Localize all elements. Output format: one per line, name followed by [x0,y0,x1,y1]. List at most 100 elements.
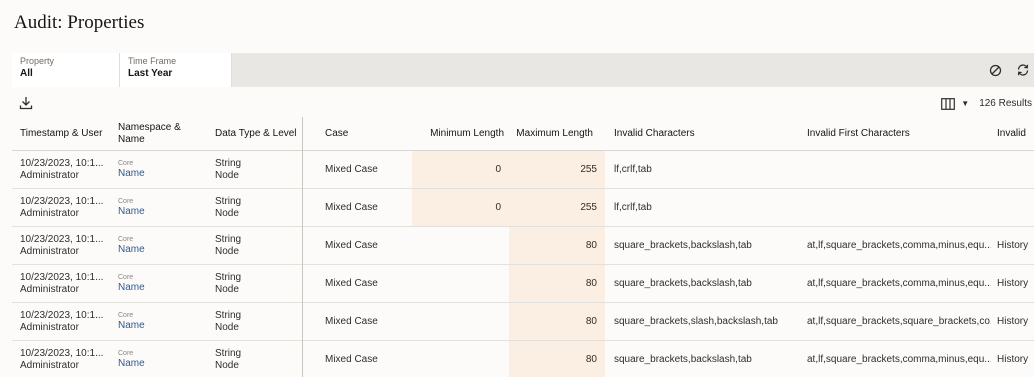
case-cell: Mixed Case [325,341,405,377]
timestamp-cell: 10/23/2023, 10:1... Administrator [20,151,116,188]
timestamp-cell: 10/23/2023, 10:1... Administrator [20,303,116,340]
user-text: Administrator [20,359,79,371]
timestamp-cell: 10/23/2023, 10:1... Administrator [20,189,116,226]
table-header: Timestamp & User Namespace & Name Data T… [12,117,1034,151]
page-title: Audit: Properties [14,12,145,33]
property-name-link[interactable]: Name [118,244,145,256]
level-text: Node [215,245,239,257]
max-length-text: 80 [585,278,597,289]
datatype-cell: String Node [215,227,299,264]
table-row[interactable]: 10/23/2023, 10:1... Administrator Core Name… [12,151,1034,189]
timestamp-text: 10/23/2023, 10:1... [20,347,104,359]
timestamp-text: 10/23/2023, 10:1... [20,271,104,283]
col-header-invalid-chars[interactable]: Invalid Characters [614,117,764,151]
invalid-more-text: History [997,354,1029,365]
datatype-text: String [215,195,242,207]
namespace-text: Core [118,198,134,205]
download-icon[interactable] [19,96,33,110]
invalid-more-cell: History [997,341,1034,377]
user-text: Administrator [20,245,79,257]
datatype-cell: String Node [215,341,299,377]
col-header-namespace[interactable]: Namespace & Name [118,117,208,151]
namespace-text: Core [118,236,134,243]
property-filter-value: All [20,68,33,79]
invalid-first-text: at,lf,square_brackets,square_brackets,co… [807,316,991,327]
col-header-min-length-label: Minimum Length [430,128,504,139]
col-header-invalid-first[interactable]: Invalid First Characters [807,117,957,151]
col-header-datatype[interactable]: Data Type & Level [215,117,305,151]
timestamp-cell: 10/23/2023, 10:1... Administrator [20,341,116,377]
namespace-text: Core [118,312,134,319]
invalid-chars-text: square_brackets,backslash,tab [614,354,752,365]
col-header-min-length[interactable]: Minimum Length [412,117,504,151]
invalid-chars-cell: lf,crlf,tab [614,151,802,188]
invalid-more-cell [997,151,1034,188]
table-row[interactable]: 10/23/2023, 10:1... Administrator Core Name… [12,341,1034,377]
invalid-more-cell: History [997,227,1034,264]
namespace-cell: Core Name [118,227,208,264]
invalid-chars-text: square_brackets,backslash,tab [614,240,752,251]
col-header-timestamp[interactable]: Timestamp & User [20,117,120,151]
col-header-max-length-label: Maximum Length [516,128,593,139]
col-header-case[interactable]: Case [325,117,405,151]
max-length-cell: 255 [509,151,605,188]
property-name-link[interactable]: Name [118,206,145,218]
datatype-cell: String Node [215,189,299,226]
invalid-chars-cell: square_brackets,backslash,tab [614,227,802,264]
table-row[interactable]: 10/23/2023, 10:1... Administrator Core Name… [12,189,1034,227]
property-filter-label: Property [20,56,55,66]
property-name-link[interactable]: Name [118,358,145,370]
invalid-more-cell [997,189,1034,226]
level-text: Node [215,207,239,219]
invalid-more-text: History [997,316,1029,327]
namespace-cell: Core Name [118,341,208,377]
timestamp-cell: 10/23/2023, 10:1... Administrator [20,227,116,264]
col-header-namespace-label: Namespace & [118,122,181,133]
filter-bar: Property All Time Frame Last Year [12,53,1034,87]
datatype-text: String [215,233,242,245]
user-text: Administrator [20,283,79,295]
chevron-down-icon[interactable]: ▼ [961,99,969,108]
results-count: 126 Results [979,97,1032,109]
case-text: Mixed Case [325,316,378,327]
level-text: Node [215,283,239,295]
col-header-timestamp-label: Timestamp & User [20,128,103,139]
user-text: Administrator [20,207,79,219]
datatype-cell: String Node [215,151,299,188]
property-filter[interactable]: Property All [12,53,120,87]
timestamp-cell: 10/23/2023, 10:1... Administrator [20,265,116,302]
min-length-text: 0 [495,202,501,213]
columns-icon[interactable] [941,97,956,110]
max-length-cell: 255 [509,189,605,226]
refresh-icon[interactable] [1016,63,1030,77]
time-frame-filter[interactable]: Time Frame Last Year [120,53,232,87]
user-text: Administrator [20,321,79,333]
case-text: Mixed Case [325,354,378,365]
property-name-link[interactable]: Name [118,168,145,180]
max-length-cell: 80 [509,303,605,340]
namespace-cell: Core Name [118,189,208,226]
property-name-link[interactable]: Name [118,320,145,332]
invalid-first-cell: at,lf,square_brackets,comma,minus,equ... [807,265,991,302]
col-header-namespace-label-2: Name [118,134,145,145]
invalid-more-text: History [997,278,1029,289]
table-row[interactable]: 10/23/2023, 10:1... Administrator Core Name… [12,303,1034,341]
datatype-text: String [215,309,242,321]
table-row[interactable]: 10/23/2023, 10:1... Administrator Core Name… [12,265,1034,303]
timestamp-text: 10/23/2023, 10:1... [20,195,104,207]
col-header-invalid-more[interactable]: Invalid [997,117,1034,151]
datatype-text: String [215,157,242,169]
table-row[interactable]: 10/23/2023, 10:1... Administrator Core Name… [12,227,1034,265]
max-length-text: 80 [585,354,597,365]
property-name-link[interactable]: Name [118,282,145,294]
min-length-cell: 0 [412,151,509,188]
case-cell: Mixed Case [325,227,405,264]
case-cell: Mixed Case [325,189,405,226]
clear-filter-icon[interactable] [988,63,1002,77]
invalid-chars-text: square_brackets,slash,backslash,tab [614,316,778,327]
col-header-invalid-chars-label: Invalid Characters [614,128,695,139]
col-header-max-length[interactable]: Maximum Length [509,117,593,151]
datatype-cell: String Node [215,265,299,302]
namespace-text: Core [118,160,134,167]
max-length-text: 80 [585,316,597,327]
